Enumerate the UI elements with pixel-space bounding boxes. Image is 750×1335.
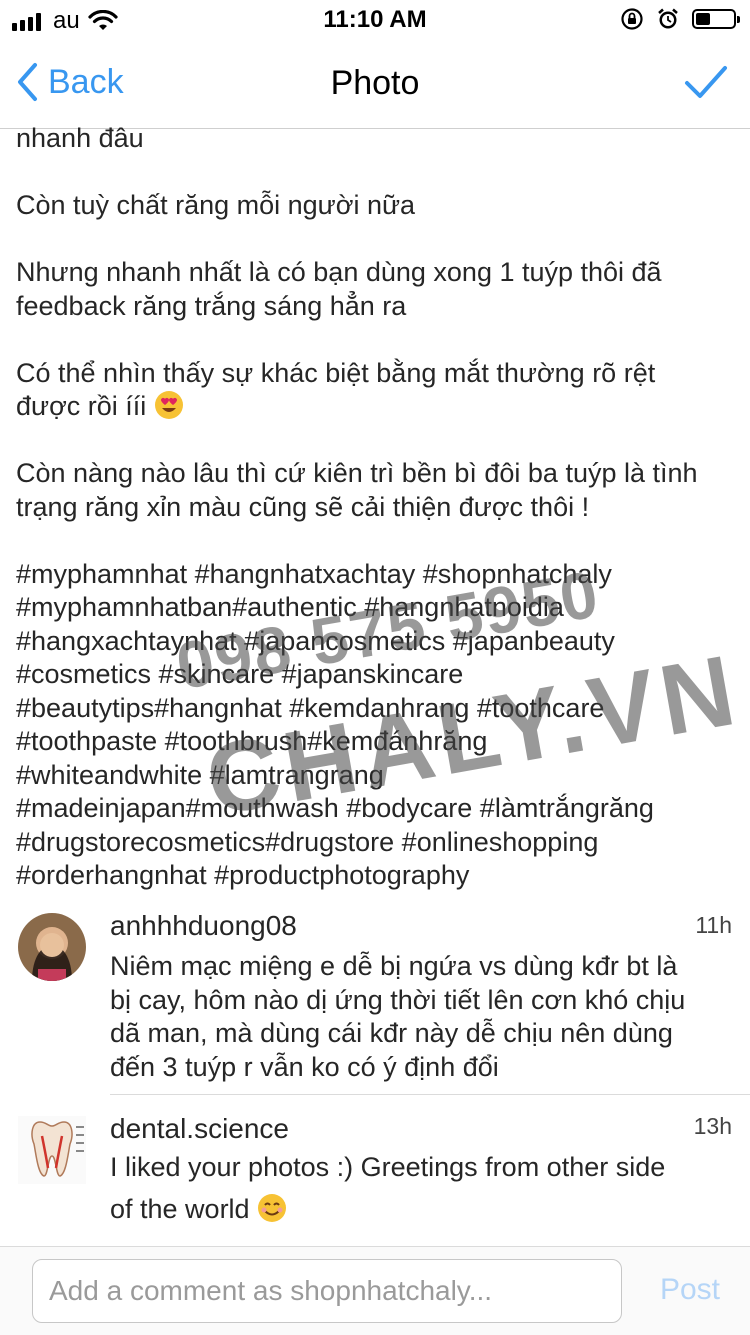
battery-icon	[692, 9, 740, 29]
comment-line: dã man, mà dùng cái kđr này dễ chịu nên …	[110, 1018, 673, 1048]
comment-line: đến 3 tuýp r vẫn ko có ý định đổi	[110, 1051, 499, 1082]
comment-line: Niêm mạc miệng e dễ bị ngứa vs dùng kđr …	[110, 951, 678, 981]
caption-paragraph: nhanh đâu	[16, 123, 144, 153]
comment-input[interactable]	[32, 1259, 622, 1323]
comment-item: dental.science 13h I liked your photos :…	[0, 1108, 750, 1238]
caption-paragraph: Còn tuỳ chất răng mỗi người nữa	[16, 190, 416, 220]
status-right	[620, 7, 740, 31]
comment-line: bị cay, hôm nào dị ứng thời tiết lên cơn…	[110, 984, 686, 1015]
hashtag-line[interactable]: #myphamnhatban#authentic #hangnhatnoidia	[16, 591, 716, 625]
hashtag-line[interactable]: #madeinjapan#mouthwash #bodycare #làmtrắ…	[16, 792, 716, 826]
status-bar: au 11:10 AM	[0, 0, 750, 40]
rotation-lock-icon	[621, 8, 643, 30]
comment-composer: Post	[0, 1246, 750, 1335]
checkmark-icon	[685, 66, 727, 98]
heart-eyes-emoji-icon	[154, 390, 184, 420]
comment-line: of the world	[110, 1193, 250, 1224]
hashtag-block: #myphamnhat #hangnhatxachtay #shopnhatch…	[16, 558, 716, 893]
avatar[interactable]	[18, 913, 86, 981]
page-title: Photo	[330, 64, 420, 102]
comment-divider	[110, 1094, 750, 1095]
comment-item: anhhhduong08 11h Niêm mạc miệng e dễ bị …	[0, 905, 750, 1095]
comment-line: I liked your photos :) Greetings from ot…	[110, 1152, 666, 1182]
hashtag-line[interactable]: #orderhangnhat #productphotography	[16, 859, 716, 893]
hashtag-line[interactable]: #myphamnhat #hangnhatxachtay #shopnhatch…	[16, 558, 716, 592]
comment-line-with-emoji: of the world	[110, 1193, 725, 1227]
caption-paragraph: Nhưng nhanh nhất là có bạn dùng xong 1 t…	[16, 257, 662, 321]
comment-username[interactable]: anhhhduong08	[110, 910, 297, 942]
caption-paragraph-with-emoji: Có thể nhìn thấy sự khác biệt bằng mắt t…	[16, 357, 716, 424]
comment-username[interactable]: dental.science	[110, 1113, 289, 1145]
smile-emoji-icon	[257, 1193, 287, 1223]
photo-caption: nhanh đâu Còn tuỳ chất răng mỗi người nữ…	[16, 122, 716, 893]
hashtag-line[interactable]: #toothpaste #toothbrush#kemđánhrăng	[16, 725, 716, 759]
comment-time: 11h	[695, 912, 732, 938]
caption-paragraph: Còn nàng nào lâu thì cứ kiên trì bền bì …	[16, 458, 698, 522]
comment-time: 13h	[693, 1113, 732, 1139]
caption-text: Có thể nhìn thấy sự khác biệt bằng mắt t…	[16, 357, 656, 422]
avatar[interactable]	[18, 1116, 86, 1184]
hashtag-line[interactable]: #hangxachtaynhat #japancosmetics #japanb…	[16, 625, 716, 659]
hashtag-line[interactable]: #beautytips#hangnhat #kemdanhrang #tooth…	[16, 692, 716, 726]
nav-bar: Back Photo	[0, 40, 750, 129]
hashtag-line[interactable]: #whiteandwhite #lamtrangrang	[16, 759, 716, 793]
hashtag-line[interactable]: #cosmetics #skincare #japanskincare	[16, 658, 716, 692]
alarm-icon	[658, 8, 678, 29]
post-button[interactable]: Post	[660, 1273, 720, 1307]
done-button[interactable]	[684, 62, 728, 107]
comment-text: Niêm mạc miệng e dễ bị ngứa vs dùng kđr …	[110, 950, 725, 1084]
comment-text: I liked your photos :) Greetings from ot…	[110, 1151, 725, 1226]
hashtag-line[interactable]: #drugstorecosmetics#drugstore #onlinesho…	[16, 826, 716, 860]
